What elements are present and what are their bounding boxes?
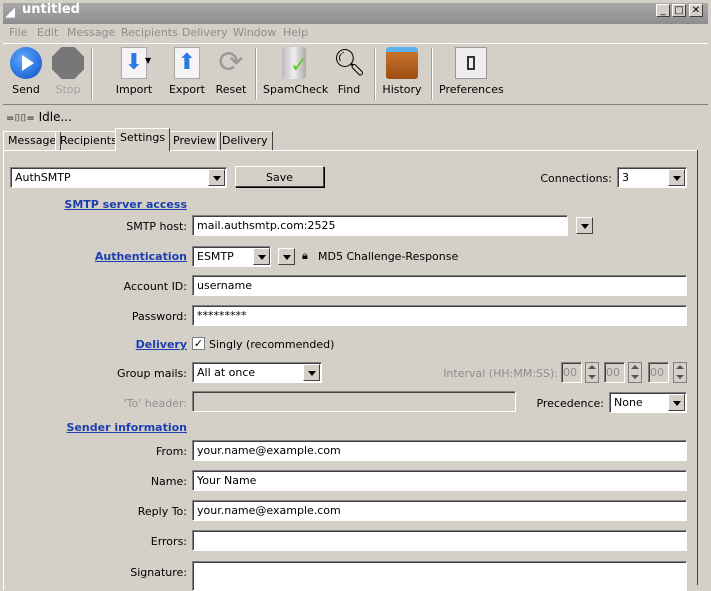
account-id-input[interactable]: username [192, 275, 687, 296]
magnifier-icon: 🔍︎ [333, 48, 367, 78]
interval-hours-spinner[interactable] [585, 362, 599, 383]
export-button[interactable]: ⬆ Export [168, 47, 206, 96]
singly-label: Singly (recommended) [209, 338, 335, 351]
chevron-down-icon[interactable] [668, 394, 685, 411]
to-header-label: 'To' header: [123, 397, 187, 410]
find-button[interactable]: 🔍︎ Find [333, 47, 367, 96]
preferences-button[interactable]: Preferences [439, 47, 504, 96]
interval-seconds-input[interactable]: 00 [648, 362, 669, 383]
connections-label: Connections: [540, 172, 612, 185]
sender-information-link[interactable]: Sender information [7, 421, 187, 434]
cabinet-icon [386, 47, 418, 79]
app-logo-icon: ◢ [5, 5, 15, 20]
title-bar: ◢ [0, 0, 711, 24]
save-button[interactable]: Save [235, 166, 324, 187]
chevron-down-icon[interactable] [303, 364, 320, 381]
status-text: Idle... [38, 110, 72, 124]
password-label: Password: [131, 310, 187, 323]
auth-type-text: MD5 Challenge-Response [318, 250, 459, 263]
name-input[interactable]: Your Name [192, 470, 687, 491]
signature-label: Signature: [130, 566, 187, 579]
reset-button[interactable]: ⟳ Reset [212, 45, 250, 97]
switch-icon [455, 47, 487, 79]
smtp-host-dropdown[interactable] [576, 217, 593, 234]
refresh-icon: ⟳ [218, 45, 244, 80]
reply-to-input[interactable]: your.name@example.com [192, 500, 687, 521]
menu-recipients[interactable]: Recipients [121, 26, 178, 39]
smtp-host-label: SMTP host: [126, 220, 187, 233]
tab-message[interactable]: Message [3, 131, 62, 150]
toolbar: Send Stop ⬇ Import ▼ ⬆ Export ⟳ Reset ✓ … [3, 43, 708, 105]
chevron-down-icon[interactable] [253, 248, 270, 265]
import-dropdown-icon[interactable]: ▼ [145, 56, 151, 65]
export-icon: ⬆ [174, 47, 200, 79]
interval-minutes-spinner[interactable] [628, 362, 642, 383]
menu-file[interactable]: File [9, 26, 27, 39]
history-button[interactable]: History [382, 47, 422, 96]
profile-select[interactable]: AuthSMTP [10, 167, 227, 188]
tab-preview[interactable]: Preview [168, 131, 221, 150]
tab-recipients[interactable]: Recipients [55, 131, 122, 150]
name-label: Name: [150, 475, 187, 488]
from-input[interactable]: your.name@example.com [192, 440, 687, 461]
group-mails-label: Group mails: [117, 367, 187, 380]
separator [91, 48, 93, 100]
interval-seconds-spinner[interactable] [673, 362, 687, 383]
precedence-label: Precedence: [536, 397, 604, 410]
menu-message[interactable]: Message [67, 26, 115, 39]
maximize-button[interactable]: □ [672, 4, 686, 17]
signature-input[interactable] [192, 561, 687, 591]
menu-delivery[interactable]: Delivery [182, 26, 228, 39]
import-button[interactable]: ⬇ Import [109, 47, 159, 96]
window-title: untitled [22, 2, 80, 17]
password-input[interactable]: ********* [192, 305, 687, 326]
singly-checkbox[interactable]: ✓ [192, 337, 205, 350]
smtp-server-access-link[interactable]: SMTP server access [7, 198, 187, 211]
close-button[interactable]: ✕ [689, 4, 703, 17]
smtp-host-input[interactable]: mail.authsmtp.com:2525 [192, 215, 568, 236]
menu-window[interactable]: Window [233, 26, 276, 39]
separator [431, 48, 433, 100]
play-icon [10, 47, 42, 79]
menu-help[interactable]: Help [283, 26, 308, 39]
delivery-link[interactable]: Delivery [7, 338, 187, 351]
tab-delivery[interactable]: Delivery [217, 131, 273, 150]
auth-type-dropdown[interactable] [278, 248, 295, 265]
stop-button[interactable]: Stop [50, 47, 86, 96]
lock-icon: 🔒︎ [302, 249, 308, 262]
tab-settings[interactable]: Settings [115, 128, 171, 151]
from-label: From: [156, 445, 187, 458]
send-button[interactable]: Send [8, 47, 44, 96]
spamcheck-button[interactable]: ✓ SpamCheck [263, 47, 328, 96]
errors-label: Errors: [150, 535, 187, 548]
interval-label: Interval (HH:MM:SS): [443, 367, 558, 380]
connection-icon: =⌷⌷= [6, 113, 35, 124]
interval-minutes-input[interactable]: 00 [604, 362, 625, 383]
separator [374, 48, 376, 100]
menu-edit[interactable]: Edit [37, 26, 58, 39]
separator [255, 48, 257, 100]
chevron-down-icon[interactable] [208, 169, 225, 186]
menu-bar: File Edit Message Recipients Delivery Wi… [3, 24, 708, 43]
status-bar: =⌷⌷= Idle... [6, 110, 72, 124]
chevron-down-icon[interactable] [668, 169, 685, 186]
interval-hours-input[interactable]: 00 [561, 362, 582, 383]
minimize-button[interactable]: _ [656, 4, 670, 17]
account-id-label: Account ID: [123, 280, 187, 293]
stop-icon [52, 47, 84, 79]
authentication-link[interactable]: Authentication [7, 250, 187, 263]
reply-to-label: Reply To: [137, 505, 187, 518]
errors-input[interactable] [192, 530, 687, 551]
trash-check-icon: ✓ [282, 47, 308, 79]
import-icon: ⬇ [121, 47, 147, 79]
divider [697, 150, 698, 585]
